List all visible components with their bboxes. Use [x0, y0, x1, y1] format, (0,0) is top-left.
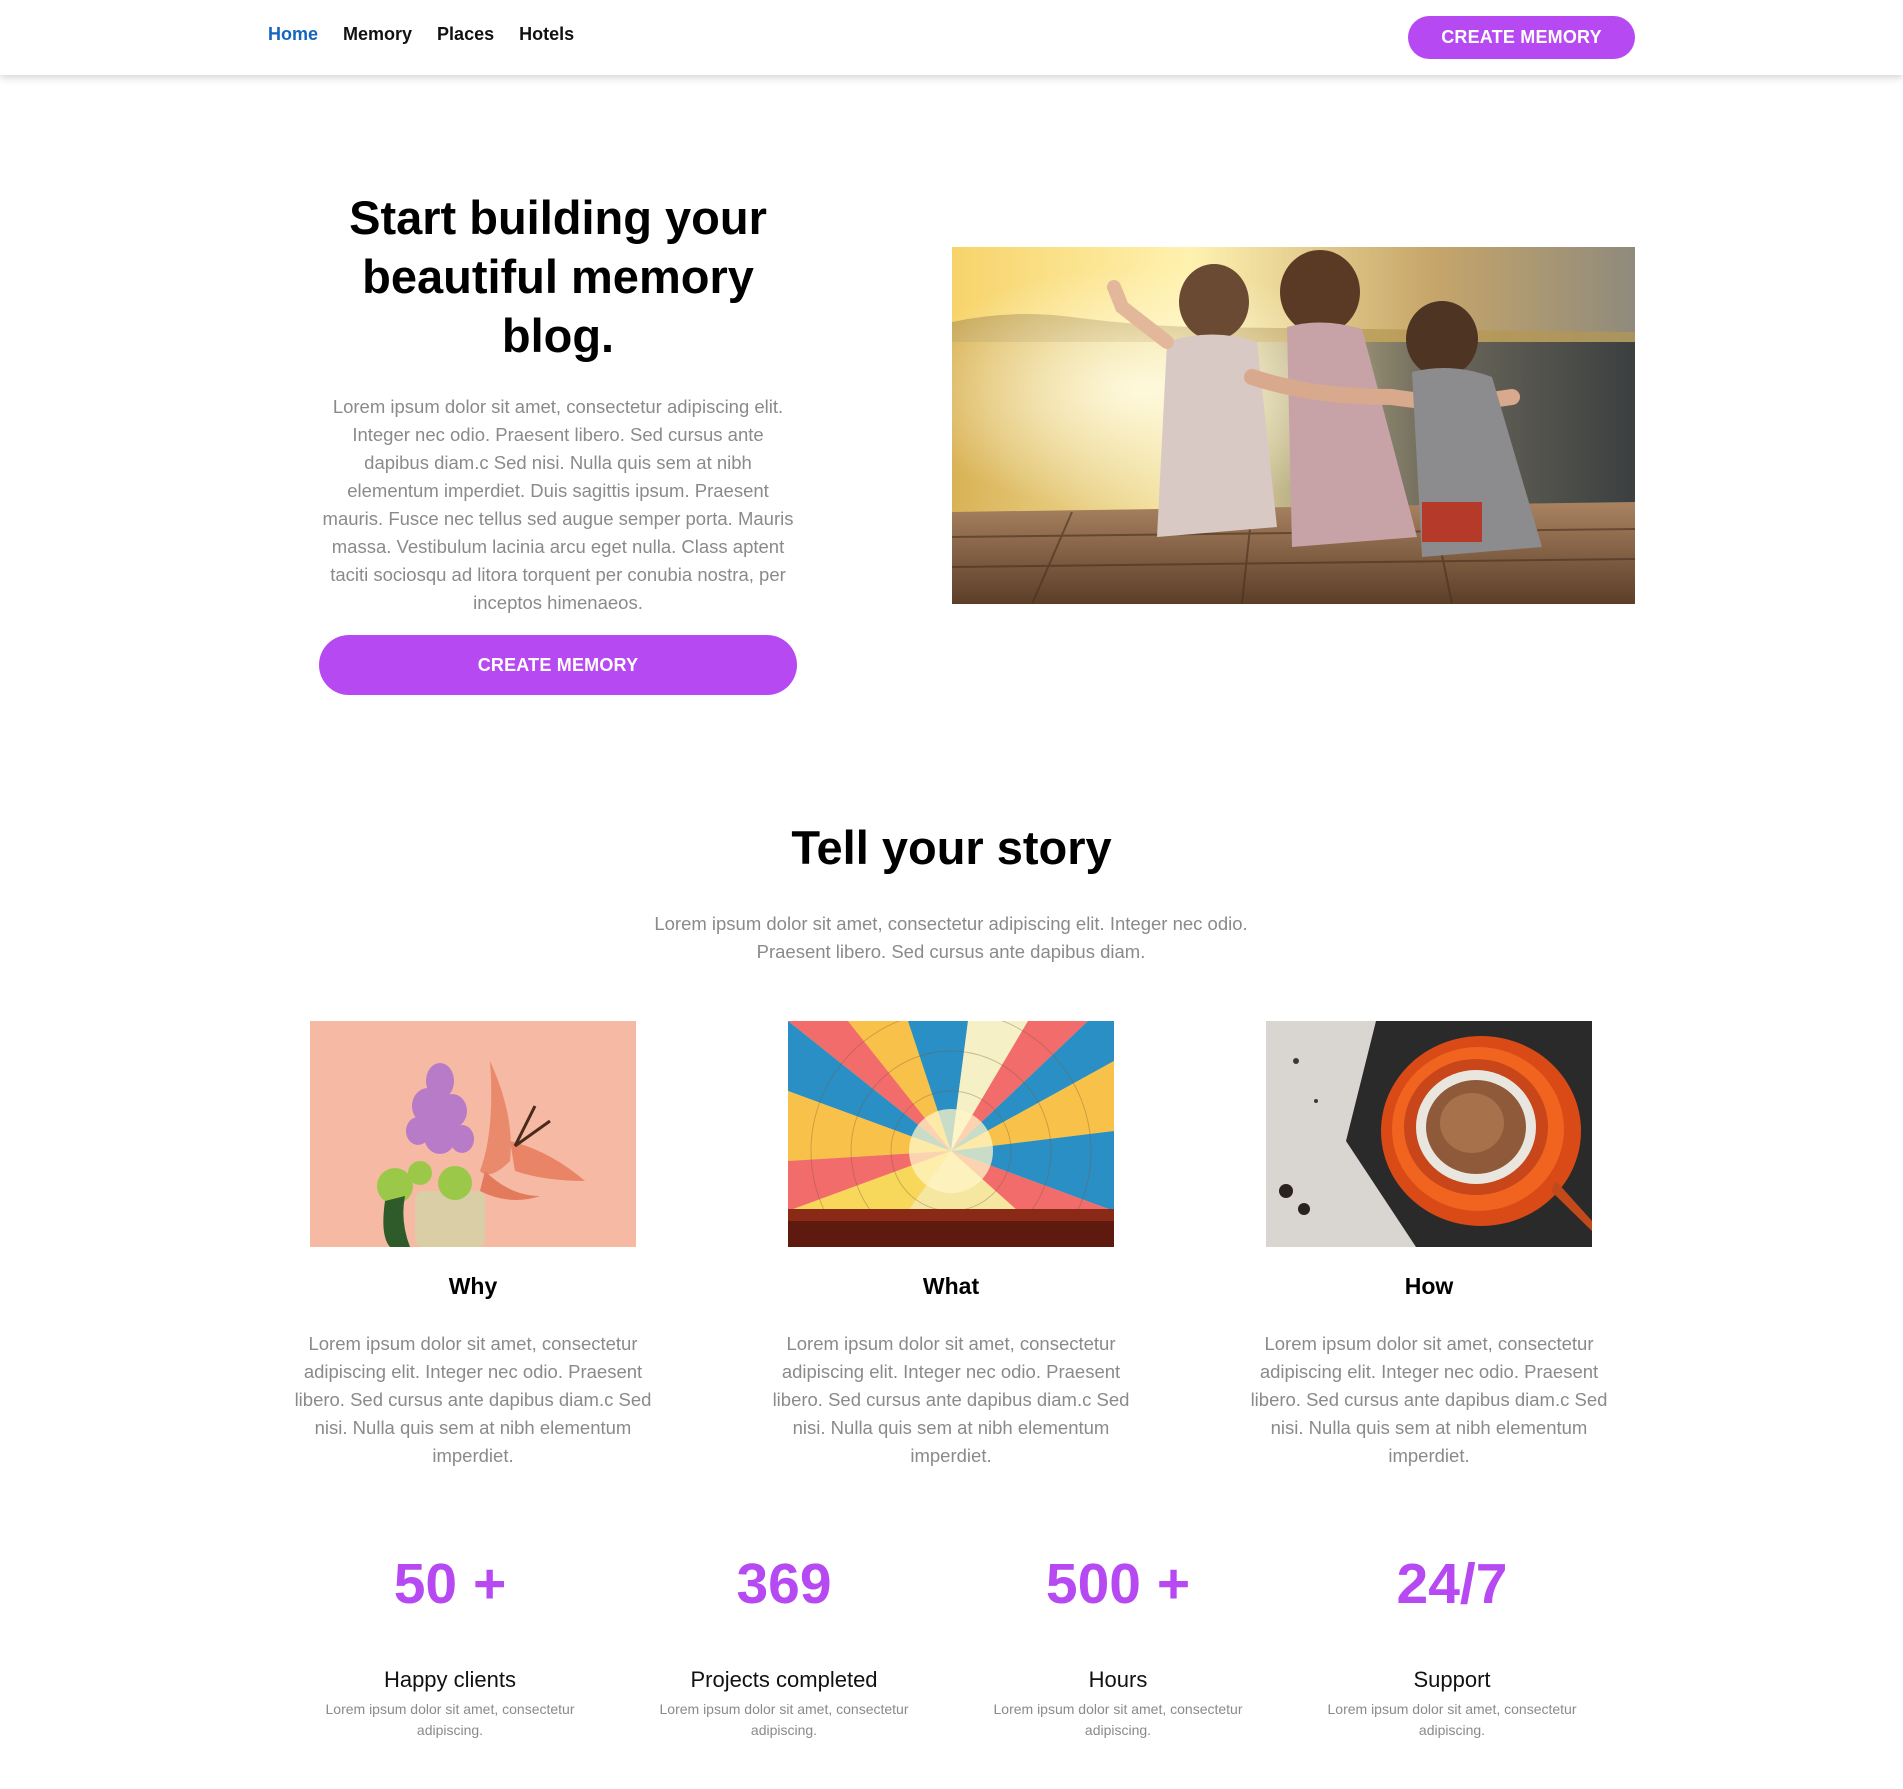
card-title-what: What: [922, 1273, 980, 1299]
nav-item-places[interactable]: Places: [437, 24, 494, 45]
stat-description: Lorem ipsum dolor sit amet, consectetur …: [659, 1701, 909, 1738]
nav-links: Home Memory Places Hotels: [268, 24, 574, 45]
stat-value: 500 +: [1045, 1552, 1191, 1616]
stat-happy-clients: 50 + Happy clients Lorem ipsum dolor sit…: [316, 1550, 584, 1741]
stat-value: 50 +: [393, 1552, 507, 1616]
stat-value: 369: [736, 1552, 832, 1616]
nav-item-home[interactable]: Home: [268, 24, 318, 45]
card-image-flowers: [310, 1021, 636, 1247]
card-body-why: Lorem ipsum dolor sit amet, consectetur …: [294, 1333, 652, 1466]
card-title-why: Why: [448, 1273, 498, 1299]
stat-hours: 500 + Hours Lorem ipsum dolor sit amet, …: [984, 1550, 1252, 1741]
nav-item-hotels[interactable]: Hotels: [519, 24, 574, 45]
feature-card-what: What Lorem ipsum dolor sit amet, consect…: [771, 1021, 1131, 1470]
stat-description: Lorem ipsum dolor sit amet, consectetur …: [1327, 1701, 1577, 1738]
stat-description: Lorem ipsum dolor sit amet, consectetur …: [993, 1701, 1243, 1738]
stat-label: Happy clients: [383, 1667, 517, 1692]
feature-card-how: How Lorem ipsum dolor sit amet, consecte…: [1249, 1021, 1609, 1470]
card-body-what: Lorem ipsum dolor sit amet, consectetur …: [772, 1333, 1130, 1466]
feature-card-why: Why Lorem ipsum dolor sit amet, consecte…: [293, 1021, 653, 1470]
story-title: Tell your story: [791, 821, 1112, 874]
hero-create-memory-button[interactable]: CREATE MEMORY: [319, 635, 797, 695]
top-navbar: Home Memory Places Hotels CREATE MEMORY: [0, 0, 1903, 75]
hero-body: Lorem ipsum dolor sit amet, consectetur …: [322, 396, 794, 613]
hero-image-kids-on-pier: [952, 247, 1635, 604]
nav-item-memory[interactable]: Memory: [343, 24, 412, 45]
stat-value: 24/7: [1396, 1552, 1508, 1616]
nav-create-memory-button[interactable]: CREATE MEMORY: [1408, 16, 1635, 59]
card-title-how: How: [1404, 1273, 1454, 1299]
card-image-hot-air-balloon: [788, 1021, 1114, 1247]
card-body-how: Lorem ipsum dolor sit amet, consectetur …: [1250, 1333, 1608, 1466]
stat-label: Hours: [1088, 1667, 1148, 1692]
story-subtitle: Lorem ipsum dolor sit amet, consectetur …: [654, 913, 1248, 962]
hero-text: Start building your beautiful memory blo…: [318, 188, 798, 617]
stat-label: Projects completed: [690, 1667, 878, 1692]
stat-description: Lorem ipsum dolor sit amet, consectetur …: [325, 1701, 575, 1738]
hero-title: Start building your beautiful memory blo…: [349, 191, 767, 362]
stat-support: 24/7 Support Lorem ipsum dolor sit amet,…: [1318, 1550, 1586, 1741]
card-image-coffee-cup: [1266, 1021, 1592, 1247]
stat-projects-completed: 369 Projects completed Lorem ipsum dolor…: [650, 1550, 918, 1741]
stat-label: Support: [1413, 1667, 1491, 1692]
